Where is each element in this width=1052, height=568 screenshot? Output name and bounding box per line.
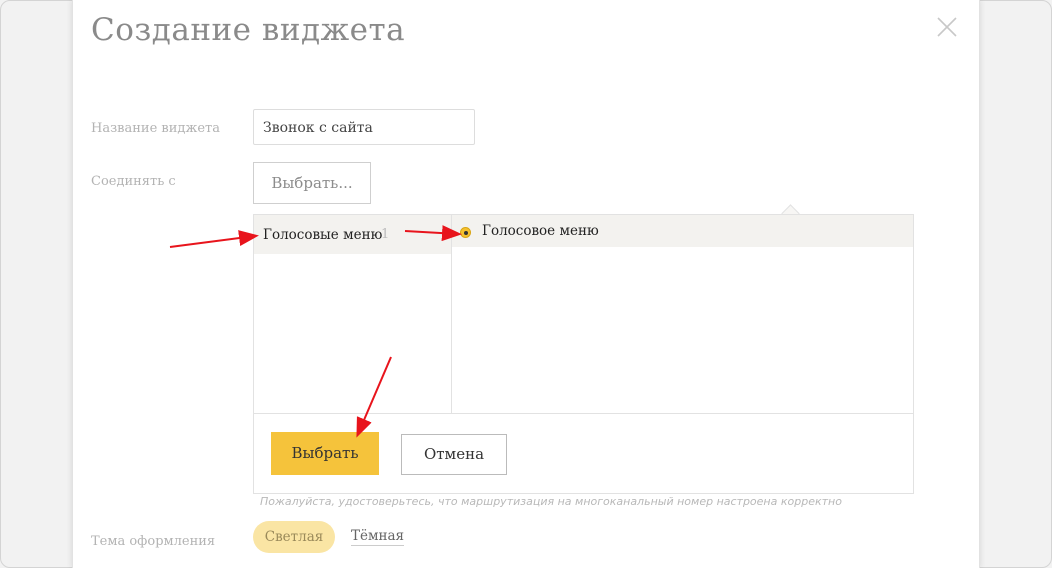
option-label: Голосовое меню [482,223,599,239]
dialog-title: Создание виджета [91,12,406,48]
widget-name-input[interactable]: Звонок с сайта [253,109,475,145]
cancel-button[interactable]: Отмена [401,434,507,475]
select-button[interactable]: Выбрать [271,432,379,475]
theme-label: Тема оформления [91,534,216,549]
theme-dark-link[interactable]: Тёмная [351,528,405,546]
destination-picker: Голосовые меню 1 Голосовое меню Выбрать … [253,214,914,494]
category-label: Голосовые меню [263,227,383,243]
picker-footer: Выбрать Отмена [254,413,913,494]
connect-select-button[interactable]: Выбрать... [253,162,371,204]
category-list: Голосовые меню 1 [254,215,452,413]
category-count: 1 [381,227,390,242]
routing-hint: Пожалуйста, удостоверьтесь, что маршрути… [260,495,842,508]
connect-with-label: Соединять с [91,174,176,189]
widget-name-label: Название виджета [91,121,220,136]
category-item-voice-menus[interactable]: Голосовые меню 1 [254,215,451,254]
close-icon[interactable] [935,15,959,39]
create-widget-dialog: Создание виджета Название виджета Звонок… [72,0,980,568]
radio-selected-icon[interactable] [460,227,471,238]
theme-light-button[interactable]: Светлая [253,521,335,553]
option-item-voice-menu[interactable]: Голосовое меню [452,215,913,247]
